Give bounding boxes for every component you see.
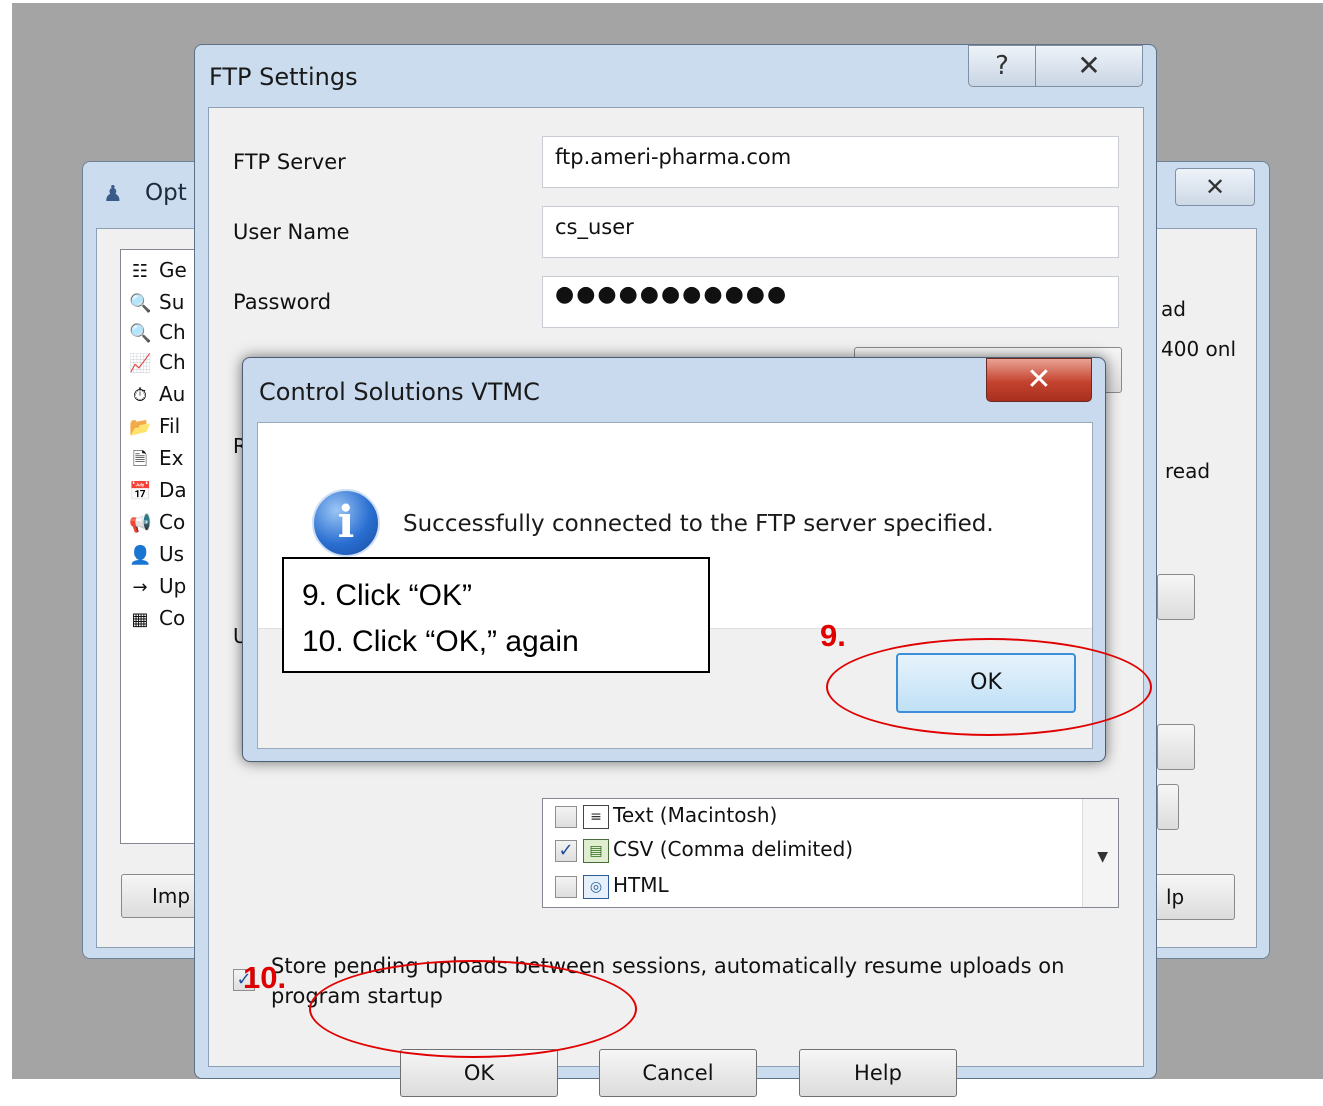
ftp-help-button[interactable]: Help (799, 1049, 957, 1097)
list-item[interactable]: → Up (129, 574, 186, 606)
username-input[interactable]: cs_user (542, 206, 1119, 258)
ftp-help-titlebar-button[interactable]: ? (968, 45, 1036, 87)
password-input[interactable]: ●●●●●●●●●●● (542, 276, 1119, 328)
list-item-label: Ch (159, 350, 186, 374)
close-icon: ✕ (1204, 173, 1226, 201)
username-label: User Name (233, 220, 350, 244)
list-item[interactable]: ☷ Ge (129, 258, 187, 290)
list-item[interactable]: 🔍 Ch (129, 320, 186, 352)
list-item-label: Au (159, 382, 186, 406)
list-item[interactable]: ◎ HTML (555, 873, 669, 905)
settings-list-icon: ☷ (131, 261, 149, 282)
grid-icon: ▦ (131, 609, 149, 630)
options-help-button[interactable]: lp (1147, 874, 1235, 920)
options-side-button[interactable] (1157, 574, 1195, 620)
list-item-label: Co (159, 606, 186, 630)
list-item[interactable]: ▦ Co (129, 606, 185, 638)
list-item[interactable]: 📂 Fil (129, 414, 180, 446)
options-side-button[interactable] (1157, 724, 1195, 770)
list-item-label: Ch (159, 320, 186, 344)
options-text-fragment: 400 onl (1161, 337, 1236, 361)
step-9-marker: 9. (820, 618, 846, 653)
magnifier-fx-icon: 🔍 (129, 323, 152, 344)
options-window-title: Opt (145, 180, 187, 206)
arrow-right-icon: → (132, 577, 148, 598)
stopwatch-icon: ⏱ (132, 385, 148, 406)
highlight-ellipse-step-9 (826, 638, 1152, 736)
list-item-label: Fil (159, 414, 181, 438)
callout-step-10: 10. Click “OK,” again (302, 625, 579, 658)
step-10-marker: 10. (243, 960, 287, 995)
html-file-icon: ◎ (583, 874, 609, 899)
question-icon: ? (995, 51, 1009, 81)
text-document-icon: 🗎 (132, 449, 148, 470)
list-item-label: Ge (159, 258, 187, 282)
list-item[interactable]: 🔍 Su (129, 290, 184, 322)
ftp-close-button[interactable]: ✕ (1035, 45, 1143, 87)
list-item[interactable]: ≡ Text (Macintosh) (555, 803, 777, 835)
folder-icon: 📂 (129, 417, 152, 438)
scroll-down-icon[interactable]: ▼ (1097, 849, 1108, 865)
list-item-label: Co (159, 510, 186, 534)
options-text-fragment: ad (1161, 297, 1186, 321)
calendar-clock-icon: 📅 (129, 481, 152, 502)
options-close-button[interactable]: ✕ (1175, 168, 1255, 206)
options-app-icon: ♟ (103, 182, 123, 207)
format-label: HTML (613, 873, 669, 897)
speaker-icon: 📢 (129, 513, 152, 534)
format-label: CSV (Comma delimited) (613, 837, 854, 861)
info-icon: i (312, 489, 380, 557)
instruction-callout: 9. Click “OK” 10. Click “OK,” again (282, 557, 710, 673)
list-item-label: Da (159, 478, 187, 502)
list-item-label: Su (159, 290, 185, 314)
password-label: Password (233, 290, 332, 314)
format-checkbox[interactable] (555, 805, 577, 828)
list-item-label: Us (159, 542, 185, 566)
ftp-cancel-button[interactable]: Cancel (599, 1049, 757, 1097)
csv-file-icon: ▤ (583, 838, 609, 863)
ftp-server-label: FTP Server (233, 150, 346, 174)
list-item[interactable]: 📅 Da (129, 478, 187, 510)
list-item[interactable]: 📈 Ch (129, 350, 186, 382)
list-item[interactable]: 📢 Co (129, 510, 185, 542)
message-text: Successfully connected to the FTP server… (403, 511, 994, 537)
highlight-ellipse-step-10 (309, 960, 637, 1058)
message-close-button[interactable]: ✕ (986, 358, 1092, 402)
options-side-button[interactable] (1157, 784, 1179, 830)
format-checkbox[interactable]: ✓ (555, 839, 577, 862)
callout-step-9: 9. Click “OK” (302, 579, 473, 612)
ftp-settings-title: FTP Settings (209, 63, 358, 91)
ftp-server-input[interactable]: ftp.ameri-pharma.com (542, 136, 1119, 188)
list-item[interactable]: 👤 Us (129, 542, 184, 574)
list-item[interactable]: 🗎 Ex (129, 446, 184, 478)
format-label: Text (Macintosh) (613, 803, 778, 827)
magnifier-fx-icon: 🔍 (129, 293, 152, 314)
user-icon: 👤 (129, 545, 152, 566)
close-icon: ✕ (1026, 362, 1052, 397)
list-item[interactable]: ✓ ▤ CSV (Comma delimited) (555, 837, 853, 869)
close-icon: ✕ (1077, 49, 1101, 82)
list-item-label: Up (159, 574, 187, 598)
text-file-icon: ≡ (583, 804, 609, 829)
message-box-title: Control Solutions VTMC (259, 378, 540, 406)
options-text-fragment: read (1165, 459, 1211, 483)
upload-format-list[interactable]: ≡ Text (Macintosh) ✓ ▤ CSV (Comma delimited… (542, 798, 1119, 908)
chart-line-icon: 📈 (129, 353, 152, 374)
list-item-label: Ex (159, 446, 184, 470)
format-checkbox[interactable] (555, 875, 577, 898)
list-item[interactable]: ⏱ Au (129, 382, 185, 414)
